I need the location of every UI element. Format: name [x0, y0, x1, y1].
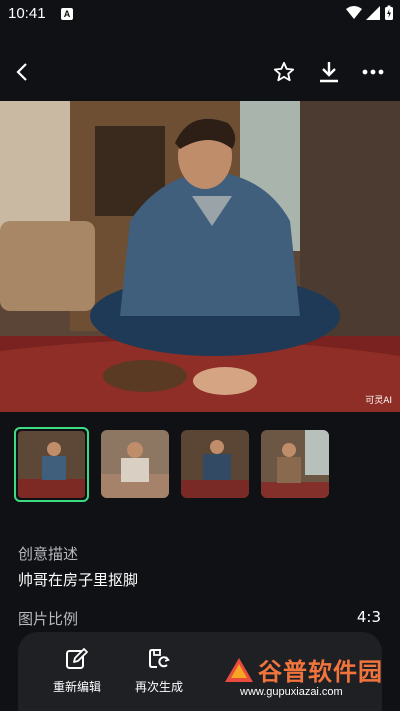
download-button[interactable] — [312, 55, 346, 89]
thumbnail-3[interactable] — [181, 430, 249, 498]
re-edit-button[interactable]: 重新编辑 — [42, 646, 112, 695]
description-label: 创意描述 — [18, 545, 79, 563]
site-watermark: 谷普软件园 www.gupuxiazai.com — [222, 652, 400, 711]
star-icon — [273, 61, 295, 82]
thumbnail-4[interactable] — [261, 430, 329, 498]
back-arrow-icon — [16, 63, 27, 81]
notification-badge: A — [61, 8, 73, 20]
battery-icon — [385, 5, 393, 20]
regenerate-icon — [149, 649, 170, 668]
regenerate-label: 再次生成 — [134, 680, 183, 694]
download-icon — [320, 62, 338, 83]
generated-image[interactable]: 可灵AI — [0, 101, 400, 412]
site-watermark-brand: 谷普软件园 — [258, 657, 383, 686]
site-logo-icon — [225, 658, 253, 682]
watermark-label: 可灵AI — [365, 396, 392, 406]
thumbnail-1[interactable] — [14, 427, 89, 502]
variant-thumbnails — [14, 427, 329, 502]
ratio-label: 图片比例 — [18, 610, 79, 628]
thumbnail-2[interactable] — [101, 430, 169, 498]
generated-image-illustration — [0, 101, 400, 412]
top-bar — [0, 48, 400, 96]
re-edit-label: 重新编辑 — [52, 680, 101, 694]
back-button[interactable] — [5, 55, 39, 89]
wifi-icon — [346, 6, 362, 19]
site-watermark-url: www.gupuxiazai.com — [240, 686, 343, 698]
description-text: 帅哥在房子里抠脚 — [18, 571, 139, 589]
regenerate-button[interactable]: 再次生成 — [124, 646, 194, 695]
favorite-button[interactable] — [267, 55, 301, 89]
status-bar: 10:41 A — [0, 0, 400, 28]
more-dots-icon — [362, 69, 384, 75]
status-icons — [346, 5, 394, 21]
more-button[interactable] — [356, 55, 390, 89]
status-time: 10:41 — [8, 5, 46, 22]
ratio-value: 4:3 — [356, 608, 381, 626]
signal-icon — [366, 6, 380, 20]
edit-icon — [66, 648, 88, 669]
